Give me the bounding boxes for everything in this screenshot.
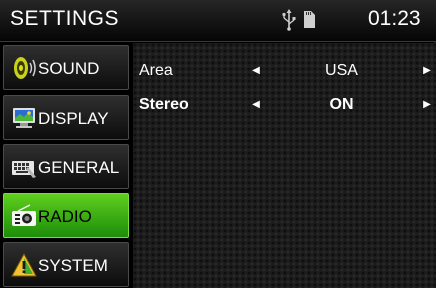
sd-card-icon	[304, 11, 315, 28]
usb-icon	[282, 9, 296, 31]
page-title: SETTINGS	[10, 7, 120, 30]
radio-settings-panel: Area ◀ USA ▶ Stereo ◀ ON ▶	[133, 43, 436, 288]
sidebar-item-label: SOUND	[38, 59, 100, 78]
head-unit-screen: SETTINGS 01:23 SOUND DISPLAY GENERAL RAD…	[0, 0, 436, 288]
warning-icon	[11, 252, 37, 277]
settings-sidebar: SOUND DISPLAY GENERAL RADIO SYSTEM	[0, 43, 132, 288]
monitor-icon	[13, 108, 35, 128]
sidebar-item-label: SYSTEM	[38, 256, 108, 275]
sidebar-item-system[interactable]: SYSTEM	[3, 242, 129, 287]
sidebar-item-label: DISPLAY	[38, 109, 109, 128]
next-option-button[interactable]: ▶	[420, 63, 434, 79]
setting-row-area: Area ◀ USA ▶	[133, 53, 436, 89]
sidebar-item-display[interactable]: DISPLAY	[3, 95, 129, 140]
setting-label: Stereo	[139, 96, 189, 113]
next-option-button[interactable]: ▶	[420, 97, 434, 113]
sidebar-item-sound[interactable]: SOUND	[3, 45, 129, 90]
clock-time: 01:23	[368, 7, 421, 30]
keyboard-icon	[12, 161, 36, 178]
sidebar-item-label: RADIO	[38, 207, 92, 226]
speaker-icon	[14, 57, 36, 79]
setting-value: USA	[325, 62, 358, 79]
setting-label: Area	[139, 62, 173, 79]
setting-value: ON	[329, 96, 354, 113]
sidebar-item-label: GENERAL	[38, 158, 120, 177]
previous-option-button[interactable]: ◀	[249, 63, 263, 79]
header-bar: SETTINGS 01:23	[0, 0, 436, 42]
previous-option-button[interactable]: ◀	[249, 97, 263, 113]
setting-row-stereo: Stereo ◀ ON ▶	[133, 87, 436, 123]
radio-icon	[12, 204, 36, 226]
sidebar-item-general[interactable]: GENERAL	[3, 144, 129, 189]
sidebar-item-radio[interactable]: RADIO	[3, 193, 129, 238]
